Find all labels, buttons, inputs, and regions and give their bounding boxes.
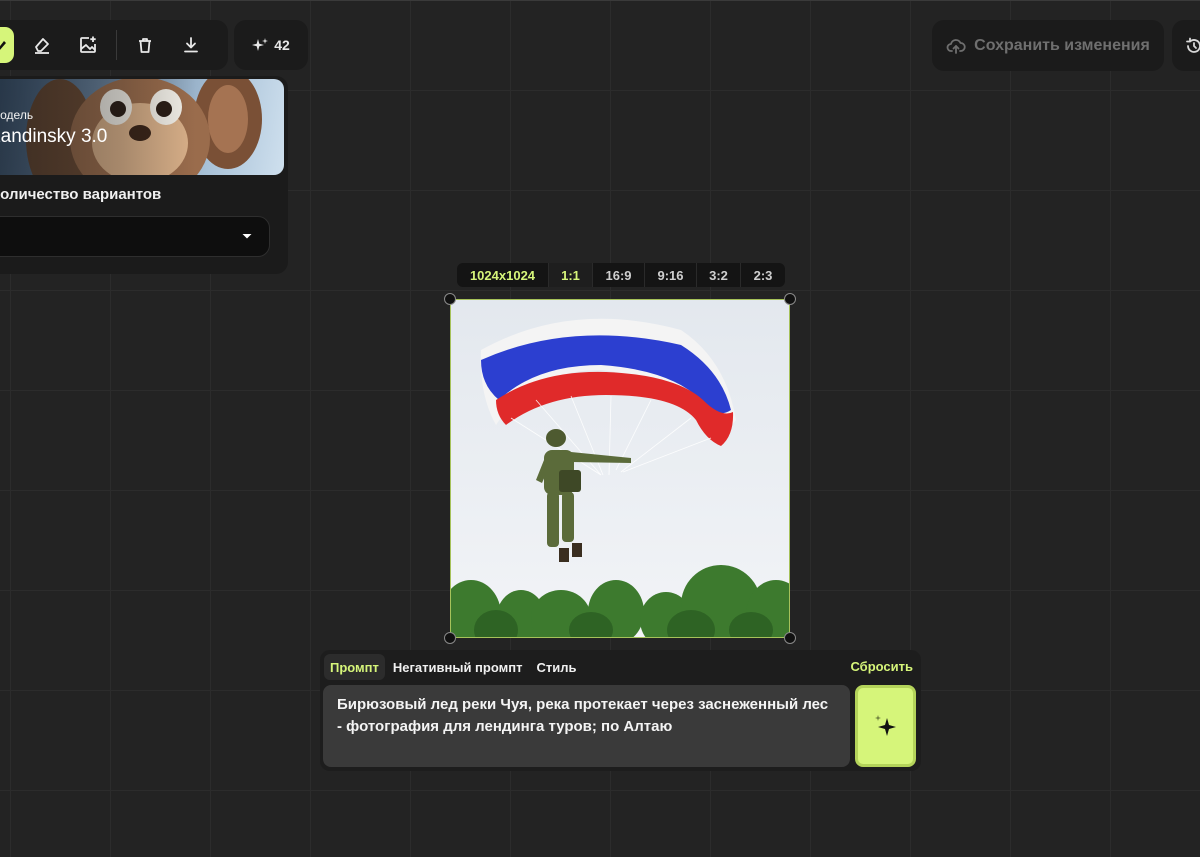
credits-button[interactable]: 42 (234, 20, 308, 70)
brush-icon (0, 41, 6, 50)
eraser-tool-button[interactable] (24, 27, 60, 63)
generated-image-frame[interactable] (450, 299, 790, 638)
ratio-option-2-3[interactable]: 2:3 (741, 263, 785, 287)
tab-style[interactable]: Стиль (530, 654, 582, 680)
image-plus-icon (80, 36, 96, 53)
save-changes-button[interactable]: Сохранить изменения (932, 20, 1164, 71)
resize-handle-bottom-right[interactable] (784, 632, 796, 644)
trash-icon (139, 38, 151, 53)
ratio-option-3-2[interactable]: 3:2 (697, 263, 741, 287)
add-image-tool-button[interactable] (70, 27, 106, 63)
resize-handle-top-left[interactable] (444, 293, 456, 305)
toolbar (0, 20, 228, 70)
prompt-panel: Промпт Негативный промпт Стиль Сбросить … (320, 650, 921, 771)
download-icon (184, 37, 198, 53)
generate-button[interactable] (855, 685, 916, 767)
delete-tool-button[interactable] (127, 27, 163, 63)
size-label: 1024x1024 (457, 263, 549, 287)
prompt-tabs: Промпт Негативный промпт Стиль (324, 654, 582, 680)
ratio-option-1-1[interactable]: 1:1 (549, 263, 593, 287)
variants-select[interactable]: 1 (0, 216, 270, 257)
sparkle-icon (252, 38, 269, 51)
resize-handle-bottom-left[interactable] (444, 632, 456, 644)
settings-panel: Модель Kandinsky 3.0 Количество варианто… (0, 76, 288, 274)
resize-handle-top-right[interactable] (784, 293, 796, 305)
save-changes-label: Сохранить изменения (974, 36, 1150, 54)
reset-button[interactable]: Сбросить (850, 659, 913, 674)
credits-count: 42 (274, 37, 290, 53)
history-button[interactable] (1172, 20, 1200, 71)
top-border (0, 0, 1200, 1)
history-icon (1186, 37, 1200, 53)
aspect-ratio-bar: 1024x1024 1:1 16:9 9:16 3:2 2:3 (457, 263, 785, 287)
ratio-option-16-9[interactable]: 16:9 (593, 263, 645, 287)
eraser-icon (35, 38, 49, 54)
toolbar-divider (116, 30, 117, 60)
sparkle-icon (874, 715, 896, 736)
tab-negative-prompt[interactable]: Негативный промпт (387, 654, 529, 680)
ratio-option-9-16[interactable]: 9:16 (645, 263, 697, 287)
brush-tool-button[interactable] (0, 27, 14, 63)
tab-prompt[interactable]: Промпт (324, 654, 385, 680)
prompt-input[interactable]: Бирюзовый лед реки Чуя, река протекает ч… (323, 685, 850, 767)
caret-down-icon (242, 234, 252, 239)
download-tool-button[interactable] (173, 27, 209, 63)
generated-image (451, 300, 789, 637)
variants-label: Количество вариантов (0, 186, 162, 203)
cloud-upload-icon (946, 38, 966, 54)
